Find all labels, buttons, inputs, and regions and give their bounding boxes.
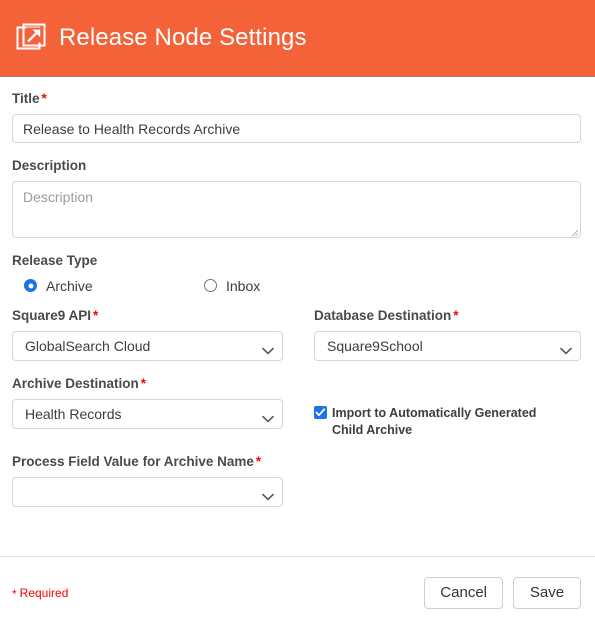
radio-archive-indicator[interactable]	[24, 279, 37, 293]
save-button[interactable]: Save	[513, 576, 581, 609]
cancel-button[interactable]: Cancel	[424, 576, 503, 609]
child-archive-group: Import to Automatically Generated Child …	[314, 376, 581, 439]
release-node-settings-dialog: Release Node Settings Title* Description	[0, 0, 595, 628]
radio-inbox-indicator[interactable]	[204, 279, 217, 293]
radio-option-inbox[interactable]: Inbox	[204, 279, 260, 293]
chevron-down-icon	[560, 342, 572, 354]
archive-destination-group: Archive Destination * Health Records	[12, 376, 283, 439]
release-type-label: Release Type	[12, 253, 98, 269]
square9-api-label-text: Square9 API	[12, 307, 92, 323]
database-destination-value: Square9School	[327, 338, 423, 353]
archive-destination-select[interactable]: Health Records	[12, 398, 283, 429]
dialog-body: Title* Description Release Type	[0, 77, 595, 556]
process-field-value-group: Process Field Value for Archive Name *	[12, 454, 581, 507]
export-arrow-icon	[16, 23, 46, 53]
archive-destination-label: Archive Destination *	[12, 376, 283, 392]
description-textarea[interactable]	[12, 181, 581, 239]
description-textarea-wrap	[12, 181, 581, 239]
dialog-header: Release Node Settings	[0, 0, 595, 77]
chevron-down-icon	[262, 342, 274, 354]
database-destination-select[interactable]: Square9School	[314, 330, 581, 361]
process-field-value-label: Process Field Value for Archive Name *	[12, 454, 581, 470]
title-label-text: Title	[12, 91, 40, 106]
release-type-radio-row: Archive Inbox	[12, 279, 581, 293]
chevron-down-icon	[262, 488, 274, 500]
square9-api-required-asterisk: *	[93, 307, 99, 323]
square9-api-label: Square9 API *	[12, 308, 283, 324]
description-field-group: Description	[12, 158, 581, 239]
title-required-asterisk: *	[41, 91, 47, 106]
square9-api-value: GlobalSearch Cloud	[25, 338, 151, 353]
database-destination-group: Database Destination * Square9School	[314, 308, 581, 361]
required-note-text: Required	[19, 585, 69, 600]
required-note: * Required	[12, 585, 69, 601]
dialog-footer: * Required Cancel Save	[0, 556, 595, 628]
archive-destination-value: Health Records	[25, 406, 122, 421]
square9-api-group: Square9 API * GlobalSearch Cloud	[12, 308, 283, 361]
square9-api-select[interactable]: GlobalSearch Cloud	[12, 330, 283, 361]
database-destination-required-asterisk: *	[453, 307, 459, 323]
child-archive-checkbox[interactable]	[314, 405, 327, 419]
api-database-row: Square9 API * GlobalSearch Cloud Database…	[12, 308, 581, 361]
dialog-title: Release Node Settings	[59, 24, 307, 51]
description-label: Description	[12, 158, 87, 174]
radio-inbox-label: Inbox	[226, 277, 261, 294]
title-input[interactable]	[12, 114, 581, 144]
release-type-group: Release Type Archive Inbox	[12, 253, 581, 292]
title-field-group: Title *	[12, 91, 581, 144]
required-note-asterisk: *	[12, 586, 17, 601]
child-archive-checkbox-row[interactable]: Import to Automatically Generated Child …	[314, 405, 581, 439]
footer-buttons: Cancel Save	[424, 576, 581, 609]
database-destination-label: Database Destination *	[314, 308, 581, 324]
process-field-value-required-asterisk: *	[255, 453, 262, 469]
title-label: Title *	[12, 91, 581, 107]
archive-destination-row: Archive Destination * Health Records Imp…	[12, 376, 581, 439]
archive-destination-required-asterisk: *	[140, 375, 147, 391]
chevron-down-icon	[262, 410, 274, 423]
radio-archive-label: Archive	[46, 277, 93, 294]
archive-destination-label-text: Archive Destination	[12, 375, 139, 391]
database-destination-label-text: Database Destination	[314, 307, 452, 323]
process-field-value-select[interactable]	[12, 476, 283, 507]
radio-option-archive[interactable]: Archive	[12, 279, 204, 293]
process-field-value-label-text: Process Field Value for Archive Name	[12, 453, 254, 469]
child-archive-checkbox-label: Import to Automatically Generated Child …	[332, 405, 537, 437]
